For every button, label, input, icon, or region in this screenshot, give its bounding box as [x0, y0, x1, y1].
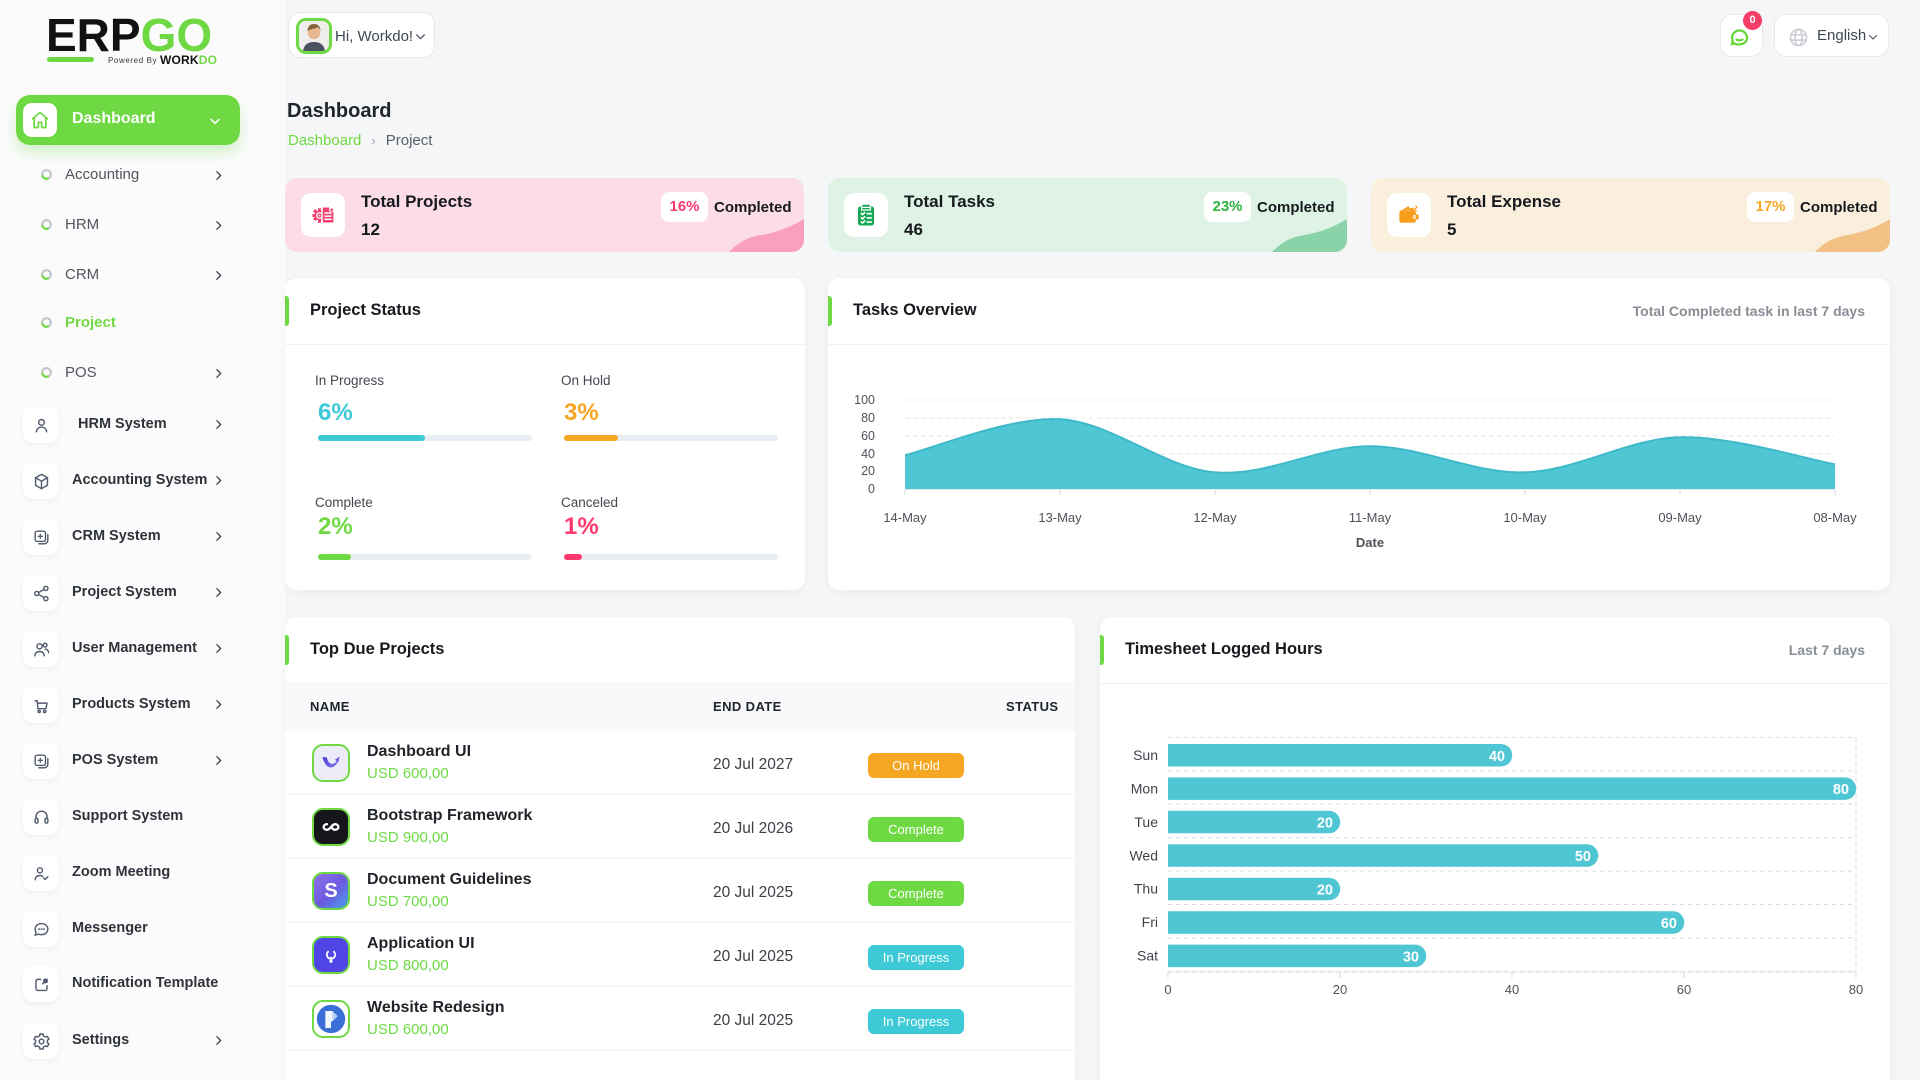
- svg-text:Wed: Wed: [1129, 847, 1158, 863]
- svg-text:Fri: Fri: [1142, 914, 1158, 930]
- svg-text:Thu: Thu: [1134, 881, 1158, 897]
- svg-text:20: 20: [1333, 982, 1347, 997]
- svg-text:40: 40: [1505, 982, 1519, 997]
- svg-text:40: 40: [1489, 749, 1505, 765]
- svg-text:Sat: Sat: [1137, 948, 1158, 964]
- svg-text:08-May: 08-May: [1813, 510, 1857, 525]
- svg-text:20: 20: [1317, 816, 1333, 832]
- svg-text:60: 60: [861, 429, 875, 443]
- svg-text:50: 50: [1575, 849, 1591, 865]
- svg-text:Date: Date: [1356, 535, 1384, 550]
- svg-text:30: 30: [1403, 949, 1419, 965]
- svg-text:100: 100: [854, 393, 875, 407]
- svg-text:20: 20: [861, 464, 875, 478]
- svg-text:Sun: Sun: [1133, 747, 1158, 763]
- svg-text:40: 40: [861, 447, 875, 461]
- svg-text:13-May: 13-May: [1038, 510, 1082, 525]
- svg-text:60: 60: [1677, 982, 1691, 997]
- svg-text:Mon: Mon: [1131, 780, 1158, 796]
- svg-text:12-May: 12-May: [1193, 510, 1237, 525]
- svg-text:0: 0: [1164, 982, 1171, 997]
- svg-text:80: 80: [861, 411, 875, 425]
- svg-text:10-May: 10-May: [1503, 510, 1547, 525]
- svg-text:Tue: Tue: [1134, 814, 1158, 830]
- svg-text:09-May: 09-May: [1658, 510, 1702, 525]
- svg-text:80: 80: [1833, 782, 1849, 798]
- svg-text:80: 80: [1849, 982, 1863, 997]
- svg-text:14-May: 14-May: [883, 510, 927, 525]
- svg-text:20: 20: [1317, 883, 1333, 899]
- svg-text:11-May: 11-May: [1349, 510, 1392, 525]
- svg-text:60: 60: [1661, 916, 1677, 932]
- svg-text:0: 0: [868, 482, 875, 496]
